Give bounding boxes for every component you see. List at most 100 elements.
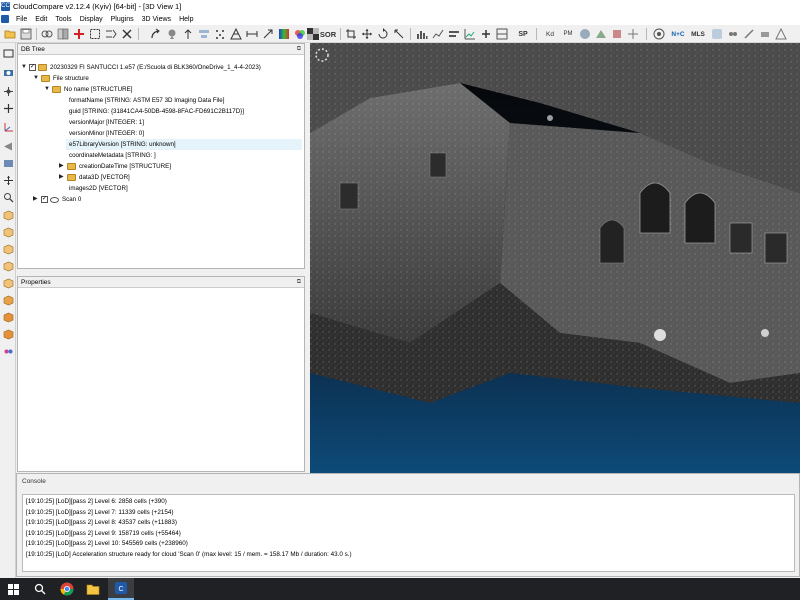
n-c-button[interactable]: N+C (669, 27, 687, 41)
plugin-b-icon[interactable] (594, 27, 608, 41)
open-file-icon[interactable] (3, 27, 17, 41)
normal-icon[interactable] (181, 27, 195, 41)
visibility-checkbox[interactable]: ✓ (29, 64, 36, 71)
view-front-icon[interactable] (1, 225, 15, 239)
rotate-icon[interactable] (376, 27, 390, 41)
segment-icon[interactable] (88, 27, 102, 41)
chrome-icon[interactable] (54, 578, 80, 600)
pivot-icon[interactable] (1, 101, 15, 115)
menu-tools[interactable]: Tools (51, 16, 75, 23)
translate-rotate-icon[interactable] (148, 27, 162, 41)
statistics-icon[interactable] (431, 27, 445, 41)
tree-node-no-name-structure[interactable]: ▼ No name [STRUCTURE] (44, 84, 132, 95)
view-back-icon[interactable] (1, 259, 15, 273)
rgb-icon[interactable] (293, 27, 307, 41)
undock-icon[interactable]: ⧉ (297, 44, 301, 55)
collapse-arrow-icon[interactable]: ▼ (33, 73, 41, 84)
clone-icon[interactable] (40, 27, 54, 41)
scalar-field-icon[interactable] (277, 27, 291, 41)
collapse-arrow-icon[interactable]: ▼ (44, 84, 52, 95)
align-icon[interactable] (197, 27, 211, 41)
view-bottom-icon[interactable] (1, 293, 15, 307)
histogram-icon[interactable] (415, 27, 429, 41)
full-screen-icon[interactable] (1, 46, 15, 60)
plugin-g-icon[interactable] (742, 27, 756, 41)
perspective-icon[interactable] (1, 139, 15, 153)
tree-node-format-name[interactable]: formatName [STRING: ASTM E57 3D Imaging … (69, 95, 224, 106)
zoom-fit-icon[interactable] (1, 173, 15, 187)
tree-node-guid[interactable]: guid [STRING: {31841CA4-50DB-4598-8FAC-F… (69, 106, 244, 117)
3d-view-viewport[interactable] (310, 43, 800, 473)
cut-sf-icon[interactable] (495, 27, 509, 41)
expand-arrow-icon[interactable]: ▶ (59, 172, 67, 183)
menu-plugins[interactable]: Plugins (107, 16, 138, 23)
register-icon[interactable] (261, 27, 275, 41)
expand-arrow-icon[interactable]: ▶ (59, 161, 67, 172)
expand-arrow-icon[interactable]: ▶ (33, 194, 41, 205)
add-sf-icon[interactable] (479, 27, 493, 41)
visibility-checkbox[interactable]: ✓ (41, 196, 48, 203)
tree-node-scan-0[interactable]: ▶ ✓ Scan 0 (33, 194, 81, 205)
crop-icon[interactable] (344, 27, 358, 41)
plugin-d-icon[interactable] (626, 27, 640, 41)
tree-node-data3d[interactable]: ▶ data3D [VECTOR] (59, 172, 130, 183)
delete-icon[interactable] (120, 27, 134, 41)
mls-button[interactable]: MLS (689, 27, 707, 41)
chessboard-icon[interactable] (306, 27, 320, 41)
view-iso1-icon[interactable] (1, 310, 15, 324)
view-top-icon[interactable] (1, 208, 15, 222)
orthographic-icon[interactable] (1, 156, 15, 170)
tree-node-images2d[interactable]: images2D [VECTOR] (69, 183, 128, 194)
kd-button[interactable]: Kd (542, 27, 558, 41)
lock-rotation-icon[interactable] (1, 84, 15, 98)
view-iso2-icon[interactable] (1, 327, 15, 341)
menu-file[interactable]: File (12, 16, 31, 23)
mesh-icon[interactable] (229, 27, 243, 41)
zoom-icon[interactable] (1, 190, 15, 204)
distance-icon[interactable] (245, 27, 259, 41)
save-icon[interactable] (19, 27, 33, 41)
menu-display[interactable]: Display (76, 16, 107, 23)
tree-node-e57-file[interactable]: ▼ ✓ 20230329 FI SANTUCCI 1.e57 (E:/Scuol… (21, 62, 261, 73)
plugin-h-icon[interactable] (758, 27, 772, 41)
filter-sf-icon[interactable] (447, 27, 461, 41)
tree-node-creation-date-time[interactable]: ▶ creationDateTime [STRUCTURE] (59, 161, 171, 172)
console-log[interactable]: [19:10:25] [LoD][pass 2] Level 6: 2858 c… (22, 494, 795, 572)
search-icon[interactable] (27, 578, 53, 600)
file-explorer-icon[interactable] (80, 578, 106, 600)
point-picking-icon[interactable] (165, 27, 179, 41)
tree-node-coordinate-metadata[interactable]: coordinateMetadata [STRING: ] (69, 150, 156, 161)
subsample-icon[interactable] (104, 27, 118, 41)
plugin-i-icon[interactable] (774, 27, 788, 41)
point-cloud-render[interactable] (310, 43, 800, 473)
tree-node-e57-library-version[interactable]: e57LibraryVersion [STRING: unknown] (66, 139, 302, 150)
sample-icon[interactable] (213, 27, 227, 41)
tree-node-file-structure[interactable]: ▼ File structure (33, 73, 89, 84)
plugin-f-icon[interactable] (726, 27, 740, 41)
tree-node-version-minor[interactable]: versionMinor [INTEGER: 0] (69, 128, 144, 139)
camera-icon[interactable] (1, 65, 15, 79)
cloudcompare-menu-icon[interactable] (1, 15, 9, 23)
add-point-icon[interactable] (72, 27, 86, 41)
windows-start-icon[interactable] (0, 578, 26, 600)
collapse-arrow-icon[interactable]: ▼ (21, 62, 29, 73)
view-left-icon[interactable] (1, 242, 15, 256)
gradient-icon[interactable] (463, 27, 477, 41)
menu-edit[interactable]: Edit (31, 16, 51, 23)
undock-icon[interactable]: ⧉ (297, 277, 301, 288)
plugin-e-icon[interactable] (710, 27, 724, 41)
tree-node-version-major[interactable]: versionMajor [INTEGER: 1] (69, 117, 144, 128)
stereo-mode-icon[interactable] (1, 344, 15, 358)
cloudcompare-taskbar-icon[interactable]: C (108, 578, 134, 600)
view-right-icon[interactable] (1, 276, 15, 290)
plugin-a-icon[interactable] (578, 27, 592, 41)
pan-icon[interactable] (360, 27, 374, 41)
plugin-c-icon[interactable] (610, 27, 624, 41)
zoom-tool-icon[interactable] (392, 27, 406, 41)
axes-icon[interactable] (1, 120, 15, 134)
merge-icon[interactable] (56, 27, 70, 41)
pm-button[interactable]: PM (560, 27, 576, 41)
menu-help[interactable]: Help (175, 16, 197, 23)
hidden-point-removal-icon[interactable] (652, 27, 666, 41)
menu-3d-views[interactable]: 3D Views (138, 16, 175, 23)
